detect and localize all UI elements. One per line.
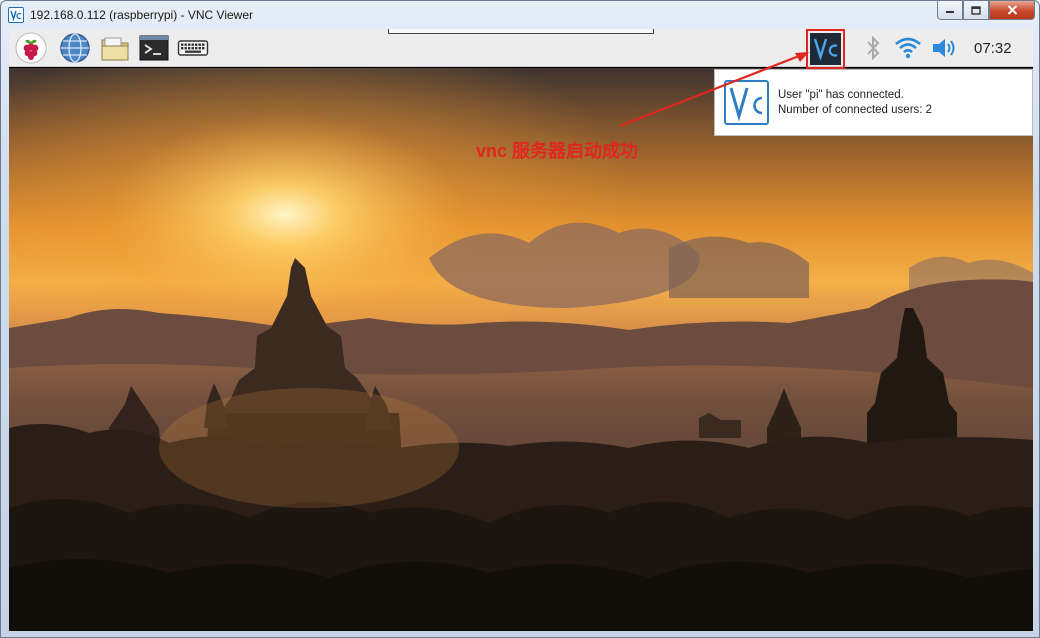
keyboard-icon: [177, 40, 209, 56]
raspberry-pi-taskbar: 07:32: [9, 29, 1033, 69]
maximize-button[interactable]: [963, 1, 989, 20]
notification-line-1: User "pi" has connected.: [778, 89, 904, 101]
caption-buttons: [937, 1, 1035, 20]
vnc-logo-icon: [724, 80, 769, 125]
vnc-toolbar-handle[interactable]: [388, 29, 654, 34]
volume-button[interactable]: [929, 32, 961, 64]
vnc-icon: [8, 7, 24, 23]
vnc-server-tray-button[interactable]: [806, 29, 845, 69]
web-browser-icon: [60, 33, 90, 63]
close-button[interactable]: [989, 1, 1035, 20]
web-browser-button[interactable]: [59, 32, 91, 64]
minimize-button[interactable]: [937, 1, 963, 20]
window-title: 192.168.0.112 (raspberrypi) - VNC Viewer: [30, 8, 253, 22]
notification-line-2: Number of connected users: 2: [778, 104, 933, 116]
terminal-button[interactable]: [138, 32, 170, 64]
clock[interactable]: 07:32: [974, 40, 1012, 57]
connection-notification[interactable]: User "pi" has connected. Number of conne…: [714, 69, 1033, 136]
volume-icon: [933, 39, 955, 57]
close-icon: [1007, 5, 1017, 15]
annotation-label: vnc 服务器启动成功: [476, 141, 639, 161]
bluetooth-button[interactable]: [857, 32, 889, 64]
vnc-viewer-window: 192.168.0.112 (raspberrypi) - VNC Viewer: [0, 0, 1040, 638]
vnc-server-icon: [813, 38, 837, 62]
remote-desktop[interactable]: 07:32 User "pi" has connected. Number of…: [9, 29, 1033, 631]
file-manager-button[interactable]: [99, 32, 131, 64]
terminal-icon: [139, 35, 169, 61]
file-manager-icon: [101, 37, 129, 61]
bluetooth-icon: [867, 35, 880, 61]
title-bar[interactable]: 192.168.0.112 (raspberrypi) - VNC Viewer: [1, 1, 1040, 29]
minimize-icon: [946, 11, 954, 13]
keyboard-button[interactable]: [177, 32, 209, 64]
raspberry-menu-button[interactable]: [15, 32, 47, 64]
wifi-icon: [895, 37, 921, 59]
wifi-button[interactable]: [892, 32, 924, 64]
maximize-icon: [971, 5, 981, 15]
raspberry-menu-icon: [15, 32, 47, 64]
